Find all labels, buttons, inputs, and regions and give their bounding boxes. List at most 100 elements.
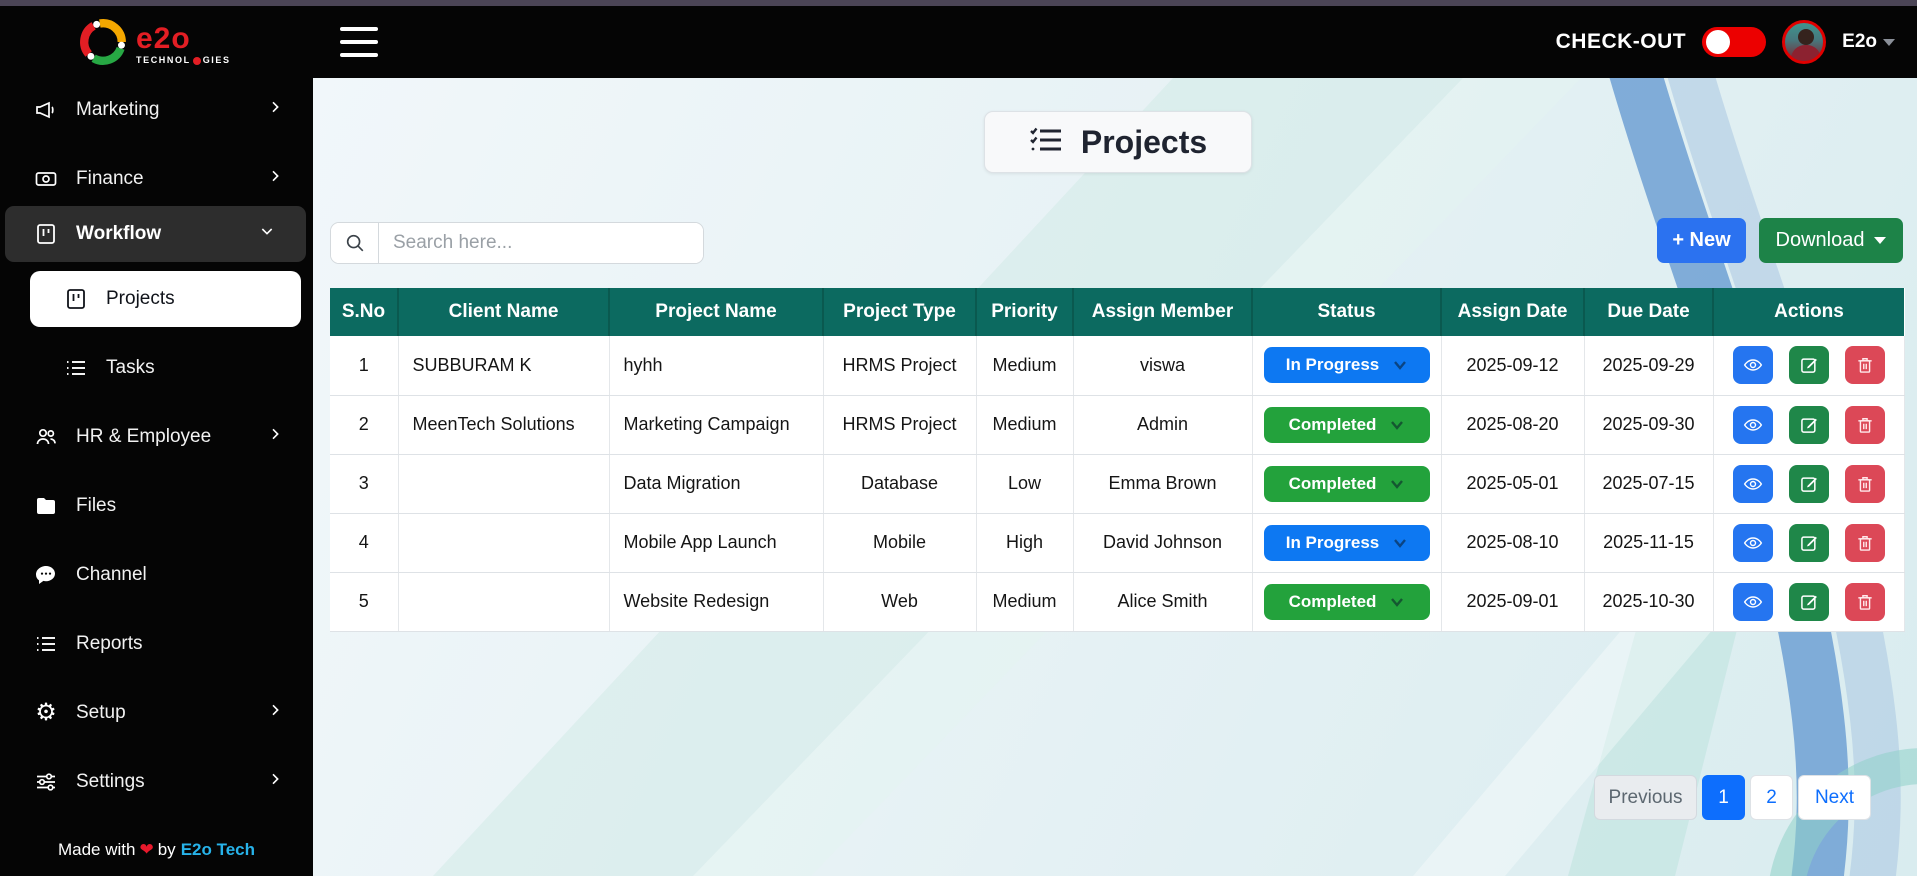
cell-sno: 5 xyxy=(330,572,398,631)
edit-button[interactable] xyxy=(1789,583,1829,621)
search-bar xyxy=(330,222,704,264)
chevron-down-icon xyxy=(1883,39,1895,46)
footer-brand-link[interactable]: E2o Tech xyxy=(181,840,255,859)
pagination-page-2[interactable]: 2 xyxy=(1750,775,1793,820)
edit-button[interactable] xyxy=(1789,465,1829,503)
status-select[interactable]: Completed xyxy=(1264,466,1430,502)
sidebar-item-marketing[interactable]: Marketing xyxy=(0,82,313,138)
search-input[interactable] xyxy=(379,223,703,263)
sidebar-item-hr-employee[interactable]: HR & Employee xyxy=(0,409,313,465)
sidebar-item-files[interactable]: Files xyxy=(0,478,313,534)
table-header: S.No Client Name Project Name Project Ty… xyxy=(330,288,1904,336)
pagination-page-1[interactable]: 1 xyxy=(1702,775,1745,820)
user-menu[interactable]: E2o xyxy=(1842,31,1895,53)
sidebar-item-projects[interactable]: Projects xyxy=(30,271,301,327)
chevron-down-icon xyxy=(1390,597,1404,607)
cell-client-name xyxy=(398,513,609,572)
status-select[interactable]: In Progress xyxy=(1264,525,1430,561)
cell-assign-date: 2025-08-10 xyxy=(1441,513,1584,572)
cell-status: Completed xyxy=(1252,572,1441,631)
e2o-ring-logo-icon xyxy=(78,17,128,72)
caret-down-icon xyxy=(1874,237,1886,244)
cell-project-type: Database xyxy=(823,454,976,513)
sidebar-footer: Made with❤byE2o Tech xyxy=(0,840,313,860)
chevron-down-icon xyxy=(1393,538,1407,548)
table-row: 1 SUBBURAM K hyhh HRMS Project Medium vi… xyxy=(330,336,1904,395)
new-button[interactable]: + New xyxy=(1657,218,1746,263)
col-due-date: Due Date xyxy=(1584,288,1713,336)
sidebar-item-tasks[interactable]: Tasks xyxy=(0,340,313,396)
cell-client-name xyxy=(398,572,609,631)
cell-actions xyxy=(1713,454,1904,513)
view-button[interactable] xyxy=(1733,465,1773,503)
table-row: 4 Mobile App Launch Mobile High David Jo… xyxy=(330,513,1904,572)
pagination-next[interactable]: Next xyxy=(1798,775,1871,820)
sidebar-item-channel[interactable]: Channel xyxy=(0,547,313,603)
user-avatar[interactable] xyxy=(1782,20,1826,64)
col-sno: S.No xyxy=(330,288,398,336)
view-button[interactable] xyxy=(1733,583,1773,621)
status-select[interactable]: In Progress xyxy=(1264,347,1430,383)
cell-assign-date: 2025-09-01 xyxy=(1441,572,1584,631)
heart-icon: ❤ xyxy=(139,840,153,859)
checkout-label: CHECK-OUT xyxy=(1556,30,1687,54)
col-actions: Actions xyxy=(1713,288,1904,336)
list-icon xyxy=(34,632,58,656)
trash-icon xyxy=(1855,355,1875,375)
sidebar-item-setup[interactable]: ⚙ Setup xyxy=(0,685,313,741)
cell-client-name: SUBBURAM K xyxy=(398,336,609,395)
status-select[interactable]: Completed xyxy=(1264,407,1430,443)
sidebar-item-settings[interactable]: Settings xyxy=(0,754,313,810)
cell-actions xyxy=(1713,336,1904,395)
edit-icon xyxy=(1799,474,1819,494)
trash-icon xyxy=(1855,533,1875,553)
trash-icon xyxy=(1855,592,1875,612)
view-button[interactable] xyxy=(1733,524,1773,562)
edit-icon xyxy=(1799,592,1819,612)
delete-button[interactable] xyxy=(1845,583,1885,621)
table-row: 2 MeenTech Solutions Marketing Campaign … xyxy=(330,395,1904,454)
cell-project-name: hyhh xyxy=(609,336,823,395)
sidebar-item-reports[interactable]: Reports xyxy=(0,616,313,672)
menu-hamburger-icon[interactable] xyxy=(340,27,378,57)
sidebar-item-finance[interactable]: Finance xyxy=(0,151,313,207)
edit-button[interactable] xyxy=(1789,524,1829,562)
edit-button[interactable] xyxy=(1789,346,1829,384)
cell-assign-member: Emma Brown xyxy=(1073,454,1252,513)
col-project-type: Project Type xyxy=(823,288,976,336)
delete-button[interactable] xyxy=(1845,465,1885,503)
cell-project-name: Marketing Campaign xyxy=(609,395,823,454)
status-select[interactable]: Completed xyxy=(1264,584,1430,620)
chevron-right-icon xyxy=(267,770,283,794)
cell-priority: Medium xyxy=(976,336,1073,395)
pagination-previous[interactable]: Previous xyxy=(1594,775,1697,820)
sidebar-item-workflow[interactable]: Workflow xyxy=(5,206,306,262)
delete-button[interactable] xyxy=(1845,406,1885,444)
view-button[interactable] xyxy=(1733,406,1773,444)
cell-project-name: Data Migration xyxy=(609,454,823,513)
chevron-right-icon xyxy=(267,98,283,122)
brand-dot-icon xyxy=(193,57,201,65)
chevron-down-icon xyxy=(1390,479,1404,489)
delete-button[interactable] xyxy=(1845,346,1885,384)
checkout-toggle[interactable] xyxy=(1702,27,1766,57)
cell-status: Completed xyxy=(1252,454,1441,513)
brand-subtitle: TECHNOLGIES xyxy=(136,56,231,65)
chevron-right-icon xyxy=(267,701,283,725)
cell-priority: High xyxy=(976,513,1073,572)
cell-due-date: 2025-11-15 xyxy=(1584,513,1713,572)
projects-table-body: 1 SUBBURAM K hyhh HRMS Project Medium vi… xyxy=(330,336,1904,631)
cell-status: In Progress xyxy=(1252,336,1441,395)
download-button[interactable]: Download xyxy=(1759,218,1903,263)
edit-button[interactable] xyxy=(1789,406,1829,444)
cell-due-date: 2025-10-30 xyxy=(1584,572,1713,631)
pagination: Previous 12 Next xyxy=(1594,775,1871,820)
cell-priority: Low xyxy=(976,454,1073,513)
cell-actions xyxy=(1713,572,1904,631)
view-button[interactable] xyxy=(1733,346,1773,384)
col-assign-member: Assign Member xyxy=(1073,288,1252,336)
delete-button[interactable] xyxy=(1845,524,1885,562)
eye-icon xyxy=(1742,355,1764,375)
cell-client-name xyxy=(398,454,609,513)
edit-icon xyxy=(1799,415,1819,435)
